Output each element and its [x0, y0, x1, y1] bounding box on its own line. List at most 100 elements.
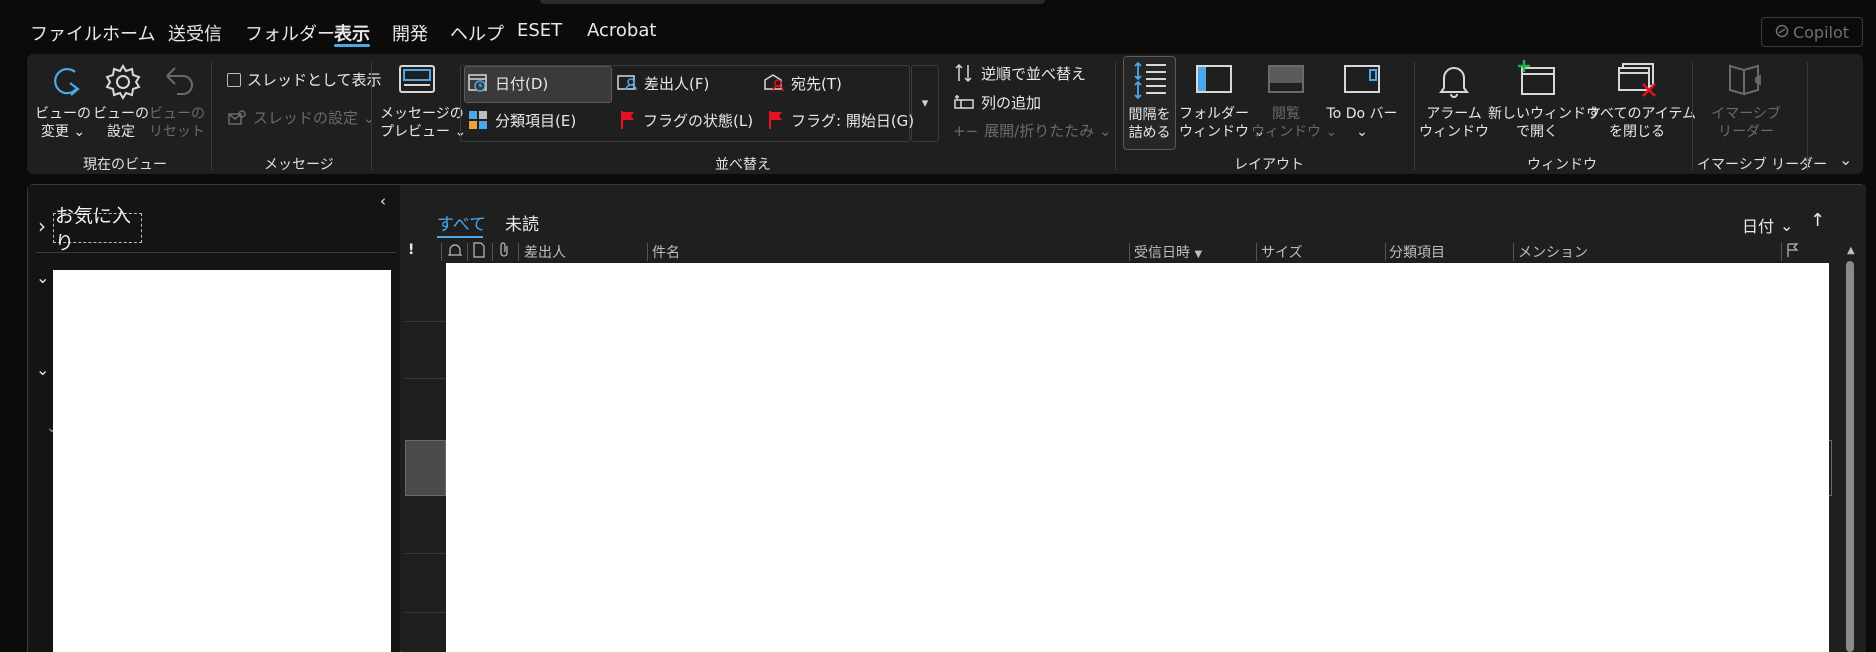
- todo-bar-button[interactable]: To Do バー ⌄: [1325, 60, 1399, 146]
- column-reminder-icon[interactable]: [447, 242, 463, 262]
- immersive-reader-icon: [1729, 64, 1761, 96]
- menu-view[interactable]: 表示: [334, 20, 370, 46]
- folder-pane-label: フォルダー ウィンドウ ⌄: [1179, 106, 1266, 140]
- menu-folder[interactable]: フォルダー: [245, 20, 335, 46]
- title-search-box[interactable]: [540, 0, 1045, 4]
- column-from[interactable]: 差出人: [524, 242, 566, 262]
- sort-by-dropdown[interactable]: 日付 ⌄: [1742, 213, 1793, 237]
- categories-icon: [469, 111, 487, 129]
- arrangement-group-label: 並べ替え: [715, 157, 771, 173]
- column-received[interactable]: 受信日時 ▼: [1134, 242, 1202, 262]
- expand-collapse-icon: +−: [953, 121, 979, 140]
- row-divider: [405, 321, 446, 322]
- thread-settings-button[interactable]: スレッドの設定 ⌄: [227, 107, 375, 128]
- row-divider: [405, 553, 446, 554]
- reading-pane-icon: [1268, 65, 1304, 93]
- close-all-items-button[interactable]: すべてのアイテム を閉じる: [1587, 60, 1696, 146]
- column-mention[interactable]: メンション: [1518, 242, 1588, 262]
- expand-collapse-label: 展開/折りたたみ ⌄: [984, 122, 1112, 140]
- favorites-folder[interactable]: お気に入り: [53, 205, 142, 254]
- tab-all[interactable]: すべて: [437, 210, 486, 235]
- chevron-down-icon[interactable]: ⌄: [36, 268, 49, 287]
- menu-help[interactable]: ヘルプ: [450, 20, 504, 46]
- bell-icon: [1439, 67, 1469, 98]
- arrange-by-date[interactable]: 日付(D): [467, 72, 548, 94]
- open-new-window-button[interactable]: 新しいウィンドウ で開く: [1488, 60, 1600, 146]
- change-view-label: ビューの 変更 ⌄: [35, 106, 91, 140]
- folder-pane-icon: [1196, 65, 1232, 93]
- tab-unread[interactable]: 未読: [505, 210, 539, 235]
- active-tab-indicator: [334, 44, 370, 47]
- ribbon-separator: [371, 62, 372, 170]
- arrange-categories-label: 分類項目(E): [495, 111, 577, 130]
- chevron-right-icon[interactable]: ›: [38, 214, 46, 238]
- add-columns-icon: [954, 94, 974, 109]
- reduce-spacing-button[interactable]: 間隔を 詰める: [1123, 60, 1176, 146]
- column-document-icon[interactable]: [472, 242, 486, 262]
- arrange-flag-start-label: フラグ: 開始日(G): [791, 111, 915, 130]
- checkbox-icon: [227, 72, 241, 87]
- scroll-up-icon[interactable]: ▲: [1847, 245, 1855, 256]
- add-columns-button[interactable]: 列の追加: [953, 92, 1041, 113]
- close-windows-icon: [1618, 63, 1656, 97]
- chevron-down-icon: ⌄: [1780, 215, 1794, 235]
- expand-collapse-button[interactable]: +− 展開/折りたたみ ⌄: [953, 120, 1112, 141]
- arrange-by-to[interactable]: 宛先(T): [763, 72, 842, 94]
- ribbon-collapse-icon[interactable]: ⌄: [1839, 150, 1852, 169]
- reading-pane-label: 閲覧 ウィンドウ ⌄: [1251, 106, 1338, 140]
- menu-bar: ファイル ホーム 送受信 フォルダー 表示 開発 ヘルプ ESET Acroba…: [0, 14, 1876, 50]
- chevron-down-icon[interactable]: ⌄: [36, 360, 49, 379]
- menu-eset[interactable]: ESET: [517, 20, 562, 41]
- column-size[interactable]: サイズ: [1261, 242, 1303, 262]
- show-as-threads-label: スレッドとして表示: [247, 71, 382, 89]
- contact-icon: [617, 75, 637, 91]
- vertical-scrollbar[interactable]: ▲: [1842, 245, 1858, 652]
- ribbon-separator: [211, 62, 212, 170]
- column-flag-icon[interactable]: [1785, 242, 1799, 262]
- folder-tree-blank-area: [53, 270, 391, 652]
- column-separator: [492, 243, 493, 261]
- arrange-by-categories[interactable]: 分類項目(E): [467, 109, 576, 131]
- folder-pane-button[interactable]: フォルダー ウィンドウ ⌄: [1179, 60, 1266, 146]
- menu-file[interactable]: ファイル: [30, 20, 102, 46]
- reminders-window-button[interactable]: アラーム ウィンドウ: [1419, 60, 1489, 146]
- menu-send-receive[interactable]: 送受信: [168, 20, 222, 46]
- copilot-button[interactable]: Copilot: [1761, 17, 1863, 47]
- column-separator: [441, 243, 442, 261]
- todo-bar-label: To Do バー ⌄: [1326, 106, 1398, 140]
- gallery-more-button[interactable]: ▾: [911, 65, 939, 142]
- selected-row-marker[interactable]: [405, 440, 446, 496]
- scrollbar-thumb[interactable]: [1846, 261, 1854, 652]
- arrange-from-label: 差出人(F): [644, 74, 710, 93]
- reading-pane-button[interactable]: 閲覧 ウィンドウ ⌄: [1251, 60, 1338, 146]
- arrange-by-flag-start[interactable]: フラグ: 開始日(G): [767, 109, 914, 131]
- active-filter-indicator: [437, 236, 483, 238]
- layout-group-label: レイアウト: [1234, 157, 1304, 173]
- reset-view-button[interactable]: ビューの リセット: [149, 60, 205, 146]
- reduce-spacing-label: 間隔を 詰める: [1128, 107, 1171, 141]
- column-importance[interactable]: !: [408, 242, 414, 262]
- open-new-window-label: 新しいウィンドウ で開く: [1488, 106, 1600, 140]
- column-categories[interactable]: 分類項目: [1389, 242, 1445, 262]
- row-divider: [405, 378, 446, 379]
- immersive-reader-button[interactable]: イマーシブ リーダー: [1708, 60, 1784, 146]
- show-as-threads-checkbox[interactable]: スレッドとして表示: [227, 69, 382, 90]
- arrange-by-from[interactable]: 差出人(F): [616, 72, 709, 94]
- arrange-by-flag-status[interactable]: フラグの状態(L): [619, 109, 753, 131]
- message-preview-label: メッセージの プレビュー ⌄: [380, 106, 467, 140]
- column-attachment-icon[interactable]: [498, 242, 512, 262]
- red-flag-icon: [621, 111, 634, 129]
- change-view-button[interactable]: ビューの 変更 ⌄: [35, 60, 91, 146]
- arrange-date-label: 日付(D): [495, 74, 549, 93]
- column-separator: [1385, 243, 1386, 261]
- view-settings-button[interactable]: ビューの 設定: [93, 60, 149, 146]
- reverse-sort-button[interactable]: 逆順で並べ替え: [953, 62, 1086, 84]
- message-preview-button[interactable]: メッセージの プレビュー ⌄: [380, 60, 467, 146]
- sort-direction-arrow-icon[interactable]: ↑: [1810, 210, 1825, 231]
- menu-developer[interactable]: 開発: [392, 20, 428, 46]
- menu-acrobat[interactable]: Acrobat: [587, 20, 656, 41]
- menu-home[interactable]: ホーム: [102, 20, 155, 46]
- column-subject[interactable]: 件名: [652, 242, 680, 262]
- collapse-folder-pane-icon[interactable]: ‹: [380, 192, 386, 210]
- messages-group-label: メッセージ: [264, 157, 334, 173]
